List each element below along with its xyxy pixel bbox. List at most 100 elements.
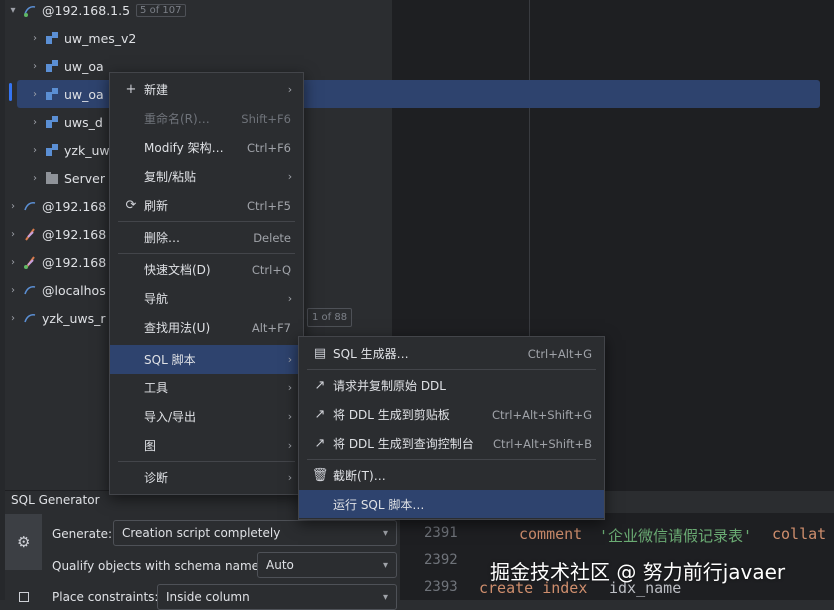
menu-item-modify-schema[interactable]: Modify 架构… Ctrl+F6 xyxy=(118,134,295,161)
chevron-right-icon[interactable]: › xyxy=(6,285,20,296)
chevron-right-icon: › xyxy=(287,353,293,366)
menu-item-tools[interactable]: 工具 › xyxy=(118,374,295,401)
menu-separator xyxy=(118,461,295,462)
external-arrow-icon: ↗ xyxy=(314,436,326,451)
menu-label: 删除… xyxy=(144,231,181,245)
chevron-right-icon: › xyxy=(287,381,293,394)
menu-item-copy-raw-ddl[interactable]: ↗ 请求并复制原始 DDL xyxy=(307,372,596,399)
chevron-right-icon: › xyxy=(287,471,293,484)
sql-scripts-submenu: ▤ SQL 生成器… Ctrl+Alt+G ↗ 请求并复制原始 DDL ↗ 将 … xyxy=(298,336,605,520)
code-keyword: collat xyxy=(772,525,827,543)
mysql-connection-icon xyxy=(22,310,38,326)
menu-item-navigate[interactable]: 导航 › xyxy=(118,285,295,312)
generate-select[interactable]: Creation script completely ▾ xyxy=(113,520,397,546)
menu-label: 复制/粘贴 xyxy=(144,170,197,184)
menu-item-ddl-to-console[interactable]: ↗ 将 DDL 生成到查询控制台 Ctrl+Alt+Shift+B xyxy=(307,430,596,457)
menu-shortcut: Alt+F7 xyxy=(251,320,291,335)
mysql-connection-icon xyxy=(22,2,38,18)
chevron-right-icon: › xyxy=(287,170,293,183)
chevron-right-icon[interactable]: › xyxy=(28,89,42,100)
menu-shortcut: Ctrl+F6 xyxy=(246,140,291,155)
tree-label: uw_mes_v2 xyxy=(64,30,137,46)
menu-item-sql-generator[interactable]: ▤ SQL 生成器… Ctrl+Alt+G xyxy=(307,340,596,367)
chevron-right-icon[interactable]: › xyxy=(28,61,42,72)
chevron-right-icon[interactable]: › xyxy=(28,33,42,44)
form-scrollbar[interactable] xyxy=(400,513,408,600)
menu-item-refresh[interactable]: ⟳ 刷新 Ctrl+F5 xyxy=(118,192,295,219)
settings-button[interactable]: ⚙ xyxy=(5,514,42,570)
chevron-right-icon: › xyxy=(287,83,293,96)
menu-shortcut: Delete xyxy=(253,230,291,245)
menu-item-diagnostics[interactable]: 诊断 › xyxy=(118,464,295,491)
chevron-right-icon[interactable]: › xyxy=(28,117,42,128)
menu-item-find-usages[interactable]: 查找用法(U) Alt+F7 xyxy=(118,314,295,341)
menu-label: 请求并复制原始 DDL xyxy=(333,379,446,393)
menu-label: 查找用法(U) xyxy=(144,321,211,335)
tree-label: uw_oa xyxy=(64,58,104,74)
menu-label: 重命名(R)… xyxy=(144,112,210,126)
menu-label: 诊断 xyxy=(144,471,169,485)
menu-label: 将 DDL 生成到剪贴板 xyxy=(333,408,450,422)
refresh-icon: ⟳ xyxy=(125,198,137,213)
tree-label: @192.168 xyxy=(42,254,107,270)
schema-icon xyxy=(44,86,60,102)
menu-label: 快速文档(D) xyxy=(144,263,211,277)
menu-item-copy-paste[interactable]: 复制/粘贴 › xyxy=(118,163,295,190)
qualify-value: Auto xyxy=(266,558,294,572)
tree-label: uw_oa xyxy=(64,86,104,102)
menu-item-sql-scripts[interactable]: SQL 脚本 › xyxy=(110,345,303,374)
context-menu: + 新建 › 重命名(R)… Shift+F6 Modify 架构… Ctrl+… xyxy=(109,72,304,495)
menu-item-quick-doc[interactable]: 快速文档(D) Ctrl+Q xyxy=(118,256,295,283)
menu-item-ddl-to-clipboard[interactable]: ↗ 将 DDL 生成到剪贴板 Ctrl+Alt+Shift+G xyxy=(307,401,596,428)
menu-label: 导航 xyxy=(144,292,169,306)
menu-label: 图 xyxy=(144,439,157,453)
menu-item-new[interactable]: + 新建 › xyxy=(118,76,295,103)
tree-label: @localhos xyxy=(42,282,106,298)
chevron-right-icon[interactable]: › xyxy=(28,173,42,184)
tree-label: @192.168 xyxy=(42,198,107,214)
selection-marker xyxy=(9,83,12,101)
place-constraints-value: Inside column xyxy=(166,590,250,604)
menu-item-import-export[interactable]: 导入/导出 › xyxy=(118,403,295,430)
watermark: 掘金技术社区 @ 努力前行javaer xyxy=(490,560,786,584)
menu-separator xyxy=(118,253,295,254)
code-keyword: comment xyxy=(519,525,583,543)
chevron-right-icon: › xyxy=(287,439,293,452)
schema-icon xyxy=(44,142,60,158)
chevron-down-icon: ▾ xyxy=(382,559,388,571)
menu-shortcut: Shift+F6 xyxy=(241,111,291,126)
tree-label: @192.168.1.5 xyxy=(42,2,131,18)
chevron-right-icon[interactable]: › xyxy=(6,201,20,212)
chevron-right-icon: › xyxy=(287,410,293,423)
menu-label: 运行 SQL 脚本… xyxy=(333,497,425,512)
menu-label: 工具 xyxy=(144,381,169,395)
sql-generator-icon: ▤ xyxy=(313,346,327,361)
chevron-right-icon[interactable]: › xyxy=(6,313,20,324)
chevron-right-icon[interactable]: › xyxy=(6,229,20,240)
menu-separator xyxy=(118,221,295,222)
menu-shortcut: Ctrl+F5 xyxy=(246,198,291,213)
chevron-down-icon[interactable]: ▾ xyxy=(6,5,20,16)
menu-item-rename[interactable]: 重命名(R)… Shift+F6 xyxy=(118,105,295,132)
chevron-down-icon: ▾ xyxy=(382,527,388,539)
menu-label: 刷新 xyxy=(144,199,169,213)
chevron-right-icon[interactable]: › xyxy=(6,257,20,268)
tree-row-root-connection[interactable]: ▾ @192.168.1.5 5 of 107 xyxy=(6,0,822,24)
menu-item-truncate[interactable]: 🗑 截断(T)… xyxy=(307,462,596,489)
menu-item-diagrams[interactable]: 图 › xyxy=(118,432,295,459)
layout-icon[interactable] xyxy=(19,592,29,602)
place-constraints-label: Place constraints: xyxy=(52,590,159,604)
menu-item-delete[interactable]: 删除… Delete xyxy=(118,224,295,251)
tree-label: uws_d xyxy=(64,114,103,130)
server-folder-icon xyxy=(44,170,60,186)
menu-item-run-sql-script[interactable]: 运行 SQL 脚本… xyxy=(299,490,604,518)
tree-label: yzk_uws_r xyxy=(42,310,106,326)
menu-label: Modify 架构… xyxy=(144,141,224,155)
schema-icon xyxy=(44,58,60,74)
menu-separator xyxy=(307,459,596,460)
tree-row-schema[interactable]: › uw_mes_v2 xyxy=(28,24,822,52)
code-string: '企业微信请假记录表' xyxy=(599,527,753,545)
chevron-right-icon[interactable]: › xyxy=(28,145,42,156)
qualify-select[interactable]: Auto ▾ xyxy=(257,552,397,578)
place-constraints-select[interactable]: Inside column ▾ xyxy=(157,584,397,610)
